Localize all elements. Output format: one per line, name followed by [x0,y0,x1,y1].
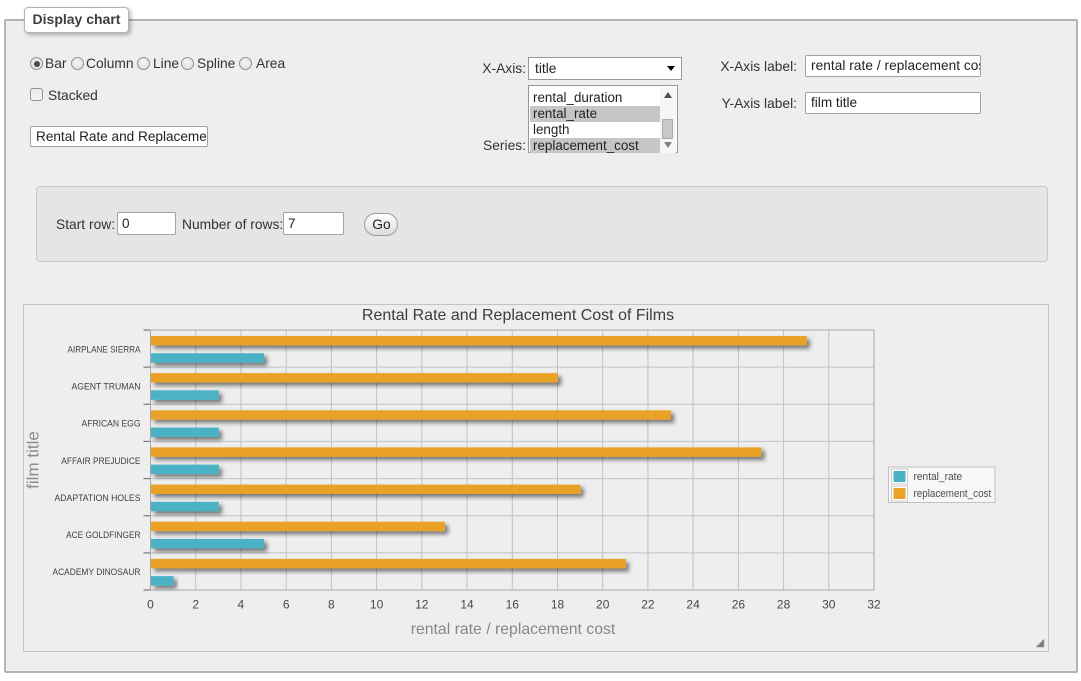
svg-text:22: 22 [641,598,655,612]
svg-text:AIRPLANE SIERRA: AIRPLANE SIERRA [68,344,142,354]
svg-text:AFRICAN EGG: AFRICAN EGG [82,419,141,429]
svg-text:6: 6 [283,598,290,612]
svg-text:10: 10 [370,598,384,612]
svg-text:8: 8 [328,598,335,612]
svg-text:30: 30 [822,598,836,612]
svg-text:AFFAIR PREJUDICE: AFFAIR PREJUDICE [61,456,140,466]
svg-text:32: 32 [867,598,881,612]
svg-text:26: 26 [732,598,746,612]
svg-text:4: 4 [238,598,245,612]
svg-text:20: 20 [596,598,610,612]
svg-text:ACE GOLDFINGER: ACE GOLDFINGER [66,530,141,540]
svg-text:film title: film title [24,431,43,489]
svg-text:14: 14 [460,598,474,612]
svg-text:rental rate / replacement cost: rental rate / replacement cost [411,621,616,638]
svg-text:Rental Rate and Replacement Co: Rental Rate and Replacement Cost of Film… [362,307,674,324]
svg-text:0: 0 [147,598,154,612]
svg-text:16: 16 [506,598,520,612]
svg-text:24: 24 [686,598,700,612]
svg-text:replacement_cost: replacement_cost [914,488,992,500]
svg-text:12: 12 [415,598,429,612]
svg-text:2: 2 [192,598,199,612]
svg-text:AGENT TRUMAN: AGENT TRUMAN [72,382,141,392]
svg-text:ADAPTATION HOLES: ADAPTATION HOLES [55,493,141,503]
svg-text:rental_rate: rental_rate [914,471,963,483]
svg-text:18: 18 [551,598,565,612]
svg-text:ACADEMY DINOSAUR: ACADEMY DINOSAUR [53,567,141,577]
svg-text:28: 28 [777,598,791,612]
